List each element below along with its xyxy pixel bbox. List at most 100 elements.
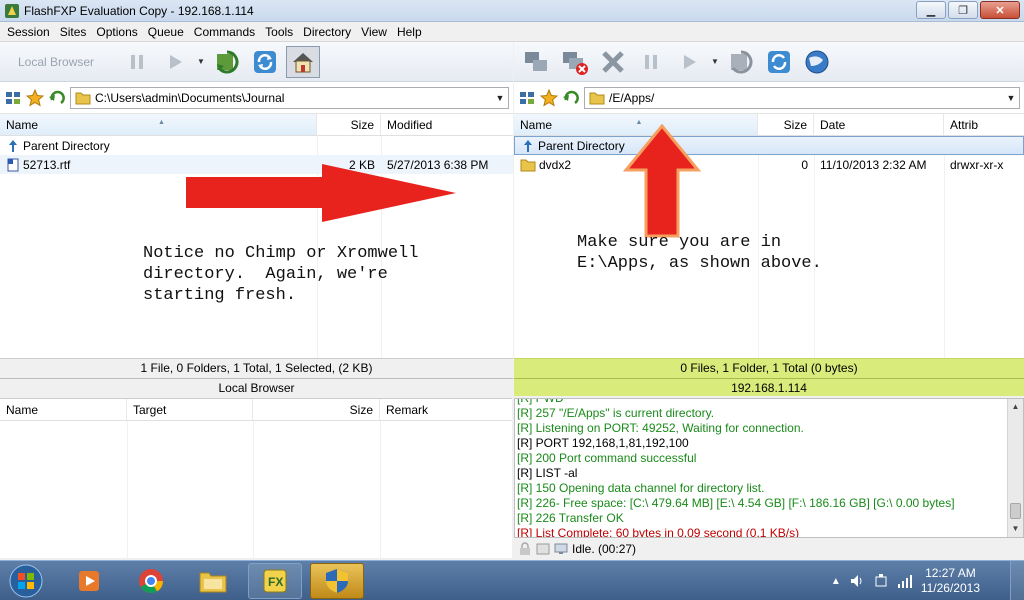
local-path-combo[interactable]: C:\Users\admin\Documents\Journal ▼ [70, 86, 509, 109]
globe-button[interactable] [800, 46, 834, 78]
maximize-button[interactable]: ❐ [948, 1, 978, 19]
remote-change-directory-button[interactable] [724, 46, 758, 78]
scroll-up-icon[interactable]: ▲ [1008, 399, 1023, 415]
minimize-button[interactable]: ▁ [916, 1, 946, 19]
window-title: FlashFXP Evaluation Copy - 192.168.1.114 [24, 4, 254, 18]
refresh-button[interactable] [248, 46, 282, 78]
taskbar-media-player[interactable] [62, 563, 116, 599]
menu-bar: Session Sites Options Queue Commands Too… [0, 22, 1024, 42]
log-line: [R] Listening on PORT: 49252, Waiting fo… [517, 421, 804, 435]
favorites-star-icon[interactable] [540, 88, 558, 107]
taskbar-chrome[interactable] [124, 563, 178, 599]
parent-directory-icon [9, 139, 17, 152]
windows-taskbar: FX ▲ 12:27 AM 11/26/2013 [0, 560, 1024, 600]
folder-icon [520, 159, 536, 171]
home-button[interactable] [286, 45, 320, 78]
menu-help[interactable]: Help [392, 22, 427, 42]
rtf-file-icon [7, 158, 19, 171]
menu-directory[interactable]: Directory [298, 22, 356, 42]
queue-column-size[interactable]: Size [253, 399, 380, 420]
list-item[interactable]: dvdx2 0 11/10/2013 2:32 AM drwxr-xr-x [514, 155, 1024, 174]
menu-sites[interactable]: Sites [55, 22, 92, 42]
up-arrow-icon[interactable] [48, 89, 66, 107]
log-line: [R] 200 Port command successful [517, 451, 697, 465]
menu-queue[interactable]: Queue [143, 22, 189, 42]
system-tray: ▲ 12:27 AM 11/26/2013 [831, 565, 980, 597]
column-date[interactable]: Date [814, 114, 944, 135]
globe-icon [805, 50, 829, 73]
remote-pause-button[interactable] [634, 46, 668, 78]
taskbar-uac-shield[interactable] [310, 563, 364, 599]
menu-tools[interactable]: Tools [260, 22, 298, 42]
queue-column-remark[interactable]: Remark [380, 399, 512, 420]
menu-options[interactable]: Options [91, 22, 142, 42]
remote-path-combo[interactable]: /E/Apps/ ▼ [584, 86, 1020, 109]
taskbar-flashfxp[interactable]: FX [248, 563, 302, 599]
column-divider [944, 136, 945, 396]
local-path-bar: C:\Users\admin\Documents\Journal ▼ [0, 82, 513, 114]
local-browser-label: Local Browser [18, 54, 95, 69]
taskbar-clock[interactable]: 12:27 AM 11/26/2013 [921, 566, 980, 596]
column-divider [253, 421, 254, 559]
column-modified[interactable]: Modified [381, 114, 513, 135]
abort-button[interactable] [596, 46, 630, 78]
disconnect-button[interactable] [558, 46, 592, 78]
remote-path-bar: /E/Apps/ ▼ [514, 82, 1024, 114]
up-arrow-icon[interactable] [562, 89, 580, 107]
show-desktop-button[interactable] [1010, 561, 1024, 600]
log-line: [R] LIST -al [517, 466, 578, 480]
menu-session[interactable]: Session [2, 22, 55, 42]
annotation-arrow-up [622, 124, 702, 238]
transfer-button[interactable] [158, 46, 192, 78]
remote-refresh-button[interactable] [762, 46, 796, 78]
list-item[interactable]: Parent Directory [0, 136, 513, 155]
scroll-down-icon[interactable]: ▼ [1008, 521, 1023, 537]
column-date-label: Date [820, 118, 846, 132]
change-directory-button[interactable] [210, 46, 244, 78]
column-name[interactable]: ▲ Name [0, 114, 317, 135]
column-divider [380, 421, 381, 559]
play-icon [170, 54, 182, 69]
path-dropdown-icon[interactable]: ▼ [1003, 93, 1019, 103]
close-button[interactable]: ✕ [980, 1, 1020, 19]
volume-icon[interactable] [849, 573, 865, 589]
pause-button[interactable] [120, 46, 154, 78]
remote-status-sub: 192.168.1.114 [514, 378, 1024, 397]
local-status-sub: Local Browser [0, 378, 513, 397]
drives-icon[interactable] [4, 89, 22, 107]
session-log[interactable]: [R] PWD [R] 257 "/E/Apps" is current dir… [514, 398, 1024, 538]
remote-transfer-dropdown-icon[interactable]: ▼ [710, 57, 720, 66]
column-size[interactable]: Size [758, 114, 814, 135]
list-item[interactable]: Parent Directory [514, 136, 1024, 155]
network-icon[interactable] [897, 573, 913, 589]
transfer-dropdown-icon[interactable]: ▼ [196, 57, 206, 66]
log-line: [R] 150 Opening data channel for directo… [517, 481, 765, 495]
show-hidden-icons-icon[interactable]: ▲ [831, 576, 841, 587]
column-size[interactable]: Size [317, 114, 381, 135]
log-line: [R] 257 "/E/Apps" is current directory. [517, 406, 715, 420]
log-line: [R] 226 Transfer OK [517, 511, 624, 525]
scroll-thumb[interactable] [1010, 503, 1021, 519]
security-shield-icon [326, 569, 348, 593]
sort-ascending-icon: ▲ [158, 119, 165, 126]
drives-icon[interactable] [518, 89, 536, 107]
column-attrib[interactable]: Attrib [944, 114, 1024, 135]
menu-commands[interactable]: Commands [189, 22, 260, 42]
abort-x-icon [602, 50, 624, 73]
log-scrollbar[interactable]: ▲ ▼ [1007, 399, 1023, 537]
queue-column-target[interactable]: Target [127, 399, 253, 420]
connect-button[interactable] [520, 46, 554, 78]
power-icon[interactable] [873, 573, 889, 589]
taskbar-explorer[interactable] [186, 563, 240, 599]
file-name: dvdx2 [539, 157, 572, 172]
folder-refresh-icon [731, 50, 753, 73]
queue-column-name-label: Name [6, 403, 39, 417]
menu-view[interactable]: View [356, 22, 392, 42]
remote-transfer-button[interactable] [672, 46, 706, 78]
favorites-star-icon[interactable] [26, 88, 44, 107]
windows-start-icon[interactable] [8, 563, 44, 599]
queue-column-name[interactable]: Name [0, 399, 127, 420]
column-name-label: Name [520, 118, 553, 132]
transfer-queue: Name Target Size Remark [0, 398, 512, 559]
path-dropdown-icon[interactable]: ▼ [492, 93, 508, 103]
